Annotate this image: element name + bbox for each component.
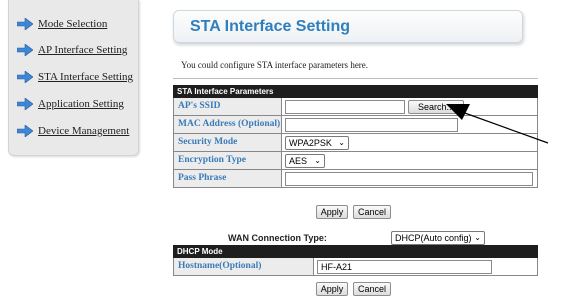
- arrow-right-icon: [17, 98, 33, 110]
- security-mode-value: WPA2PSK: [289, 138, 332, 148]
- arrow-right-icon: [17, 18, 33, 30]
- encryption-row: Encryption Type AES ⌄: [173, 152, 538, 170]
- sidebar-item-application[interactable]: Application Setting: [17, 98, 124, 110]
- sidebar-item-label: STA Interface Setting: [38, 71, 134, 83]
- hostname-row: Hostname(Optional) HF-A21: [173, 258, 538, 276]
- sidebar-item-sta-interface[interactable]: STA Interface Setting: [17, 71, 133, 83]
- mac-row: MAC Address (Optional): [173, 116, 538, 134]
- page-title-box: STA Interface Setting: [173, 10, 523, 43]
- security-label: Security Mode: [174, 134, 282, 151]
- encryption-type-select[interactable]: AES ⌄: [285, 154, 325, 168]
- ssid-input[interactable]: [285, 100, 405, 114]
- encryption-label: Encryption Type: [174, 152, 282, 169]
- sidebar-item-device-management[interactable]: Device Management: [17, 125, 129, 137]
- cancel-button[interactable]: Cancel: [353, 205, 391, 219]
- security-mode-select[interactable]: WPA2PSK ⌄: [285, 136, 349, 150]
- sidebar-item-label: AP Interface Setting: [38, 44, 128, 56]
- pass-phrase-row: Pass Phrase: [173, 170, 538, 188]
- apply-button-dhcp[interactable]: Apply: [316, 282, 348, 296]
- page-title: STA Interface Setting: [190, 18, 351, 35]
- mac-address-input[interactable]: [285, 118, 458, 132]
- sidebar-item-label: Application Setting: [38, 98, 124, 110]
- arrow-right-icon: [17, 44, 33, 56]
- apply-button[interactable]: Apply: [316, 205, 348, 219]
- intro-text: You could configure STA interface parame…: [181, 60, 369, 70]
- ssid-row: AP's SSID Search...: [173, 98, 538, 116]
- sta-params-header: STA Interface Parameters: [173, 85, 538, 98]
- hostname-input[interactable]: HF-A21: [317, 260, 492, 274]
- wan-connection-select[interactable]: DHCP(Auto config) ⌄: [391, 231, 485, 245]
- sidebar-item-label: Mode Selection: [38, 18, 108, 30]
- arrow-right-icon: [17, 71, 33, 83]
- pass-phrase-label: Pass Phrase: [174, 170, 282, 187]
- sidebar-item-mode-selection[interactable]: Mode Selection: [17, 18, 107, 30]
- encryption-type-value: AES: [289, 156, 308, 166]
- chevron-down-icon: ⌄: [314, 156, 321, 165]
- divider: [173, 78, 538, 79]
- sidebar-item-ap-interface[interactable]: AP Interface Setting: [17, 44, 127, 56]
- chevron-down-icon: ⌄: [474, 233, 481, 242]
- search-button[interactable]: Search...: [408, 100, 464, 114]
- mac-label: MAC Address (Optional): [174, 116, 282, 133]
- cancel-button-dhcp[interactable]: Cancel: [353, 282, 391, 296]
- dhcp-mode-header: DHCP Mode: [173, 245, 538, 258]
- wan-connection-label: WAN Connection Type:: [228, 233, 327, 243]
- pass-phrase-input[interactable]: [285, 172, 533, 186]
- hostname-label: Hostname(Optional): [174, 258, 314, 275]
- chevron-down-icon: ⌄: [338, 138, 345, 147]
- arrow-right-icon: [17, 125, 33, 137]
- sidebar-nav: Mode Selection AP Interface Setting STA …: [8, 0, 139, 156]
- security-row: Security Mode WPA2PSK ⌄: [173, 134, 538, 152]
- ssid-label: AP's SSID: [174, 98, 282, 115]
- sidebar-item-label: Device Management: [38, 125, 130, 137]
- wan-connection-value: DHCP(Auto config): [395, 233, 472, 243]
